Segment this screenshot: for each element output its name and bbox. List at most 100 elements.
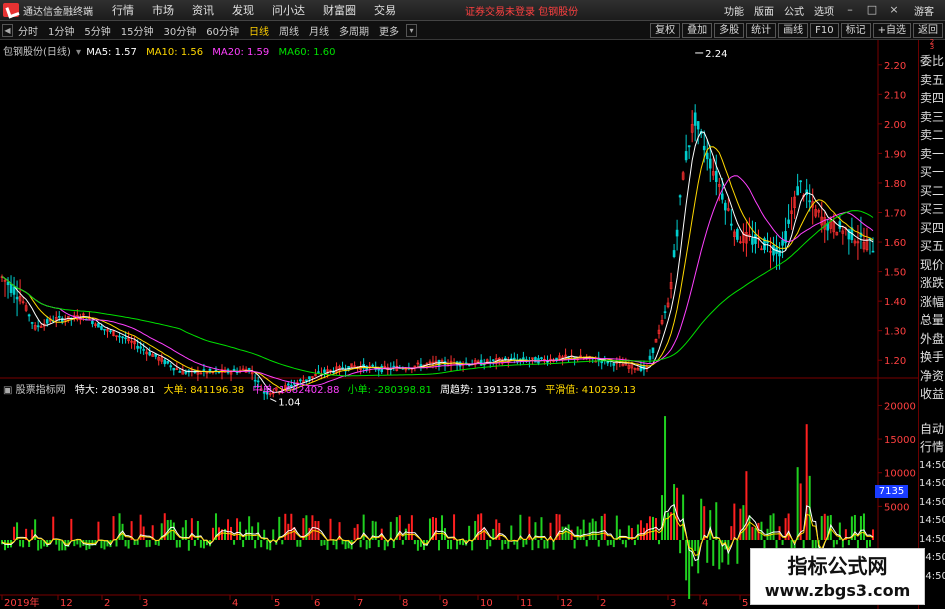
side-item-9[interactable]: 买四 bbox=[919, 219, 945, 238]
period-multi[interactable]: 多周期 bbox=[334, 23, 374, 38]
x-tick-label: 12 bbox=[560, 598, 573, 609]
close-icon[interactable]: × bbox=[883, 2, 905, 18]
candle-body bbox=[12, 286, 16, 295]
side-item-11[interactable]: 现价 bbox=[919, 256, 945, 275]
side-auto[interactable]: 自动 bbox=[919, 420, 945, 439]
indicator-bar bbox=[344, 540, 347, 550]
x-tick-label: 6 bbox=[314, 598, 320, 609]
price-legend: 包钢股份(日线) ▾ MA5: 1.57 MA10: 1.56 MA20: 1.… bbox=[3, 43, 335, 58]
login-warning[interactable]: 证券交易未登录 包钢股份 bbox=[465, 3, 578, 18]
low-price-label: 1.04 bbox=[278, 398, 300, 409]
indicator-bar bbox=[582, 519, 585, 540]
side-item-7[interactable]: 买二 bbox=[919, 182, 945, 201]
period-30min[interactable]: 30分钟 bbox=[158, 23, 201, 38]
indicator-bar bbox=[543, 540, 546, 549]
x-tick-label: 2019年 bbox=[4, 596, 39, 609]
side-item-6[interactable]: 买一 bbox=[919, 163, 945, 182]
indicator-bar bbox=[407, 523, 410, 540]
btn-duogu[interactable]: 多股 bbox=[714, 22, 745, 38]
menu-faxian[interactable]: 发现 bbox=[223, 2, 263, 18]
watermark-logo: 指标公式网 www.zbgs3.com bbox=[750, 548, 925, 605]
btn-fuquan[interactable]: 复权 bbox=[650, 22, 681, 38]
indicator-icon[interactable]: ▣ bbox=[3, 385, 12, 396]
menu-shichang[interactable]: 市场 bbox=[143, 2, 183, 18]
indicator-bar bbox=[498, 522, 501, 540]
indicator-bar bbox=[40, 540, 43, 549]
menu-gongshi[interactable]: 公式 bbox=[779, 3, 809, 18]
btn-diejia[interactable]: 叠加 bbox=[682, 22, 713, 38]
period-more[interactable]: 更多 bbox=[374, 23, 404, 38]
more-arrow-icon[interactable]: ▾ bbox=[405, 23, 417, 37]
menu-hangqing[interactable]: 行情 bbox=[103, 2, 143, 18]
indicator-bar bbox=[633, 540, 636, 546]
indicator-bar bbox=[434, 517, 437, 540]
indicator-bar bbox=[573, 540, 576, 549]
menu-caifuquan[interactable]: 财富圈 bbox=[314, 2, 365, 18]
period-15min[interactable]: 15分钟 bbox=[116, 23, 159, 38]
side-item-15[interactable]: 外盘 bbox=[919, 330, 945, 349]
btn-tongji[interactable]: 统计 bbox=[746, 22, 777, 38]
period-week[interactable]: 周线 bbox=[274, 23, 304, 38]
menu-gongneng[interactable]: 功能 bbox=[719, 3, 749, 18]
side-item-8[interactable]: 买三 bbox=[919, 200, 945, 219]
price-tick-label: 2.10 bbox=[884, 90, 906, 101]
minimize-icon[interactable]: – bbox=[839, 2, 861, 18]
btn-huaxian[interactable]: 画线 bbox=[778, 22, 809, 38]
candle-body bbox=[36, 325, 40, 328]
side-item-18[interactable]: 收益 bbox=[919, 385, 945, 404]
indicator-bar bbox=[4, 540, 7, 551]
btn-fanhui[interactable]: 返回 bbox=[913, 22, 943, 38]
price-tick-label: 1.50 bbox=[884, 268, 906, 279]
btn-biaoji[interactable]: 标记 bbox=[840, 22, 871, 38]
side-item-14[interactable]: 总量 bbox=[919, 311, 945, 330]
side-item-2[interactable]: 卖四 bbox=[919, 89, 945, 108]
candle-body bbox=[148, 351, 151, 356]
side-item-13[interactable]: 涨幅 bbox=[919, 293, 945, 312]
side-item-3[interactable]: 卖三 bbox=[919, 108, 945, 127]
side-item-4[interactable]: 卖二 bbox=[919, 126, 945, 145]
menu-wenxiaoda[interactable]: 问小达 bbox=[263, 2, 314, 18]
period-5min[interactable]: 5分钟 bbox=[79, 23, 115, 38]
candle-body bbox=[208, 369, 212, 372]
menu-jiaoyi[interactable]: 交易 bbox=[365, 2, 405, 18]
side-item-1[interactable]: 卖五 bbox=[919, 71, 945, 90]
indicator-bar bbox=[736, 540, 739, 564]
legend-arrow-icon[interactable]: ▾ bbox=[76, 47, 81, 58]
period-day[interactable]: 日线 bbox=[244, 23, 274, 38]
kline-chart[interactable]: 2.20 2.10 2.00 1.90 1.80 1.70 1.60 1.50 1.40 1.30… bbox=[0, 40, 918, 609]
indicator-bar bbox=[326, 540, 329, 550]
period-fenshi[interactable]: 分时 bbox=[13, 23, 43, 38]
indicator-bar bbox=[290, 513, 293, 540]
period-1min[interactable]: 1分钟 bbox=[43, 23, 79, 38]
restore-icon[interactable]: □ bbox=[861, 2, 883, 18]
candle-body bbox=[109, 330, 112, 333]
btn-f10[interactable]: F10 bbox=[810, 22, 839, 38]
indicator-bar bbox=[323, 540, 326, 546]
side-item-17[interactable]: 净资 bbox=[919, 367, 945, 386]
indicator-bar bbox=[55, 540, 58, 545]
side-hangqing[interactable]: 行情 bbox=[919, 438, 945, 457]
indicator-bar bbox=[410, 515, 413, 540]
period-60min[interactable]: 60分钟 bbox=[201, 23, 244, 38]
side-item-5[interactable]: 卖一 bbox=[919, 145, 945, 164]
indicator-bar bbox=[112, 516, 115, 540]
x-tick-label: 3 bbox=[142, 598, 148, 609]
menu-xuanxiang[interactable]: 选项 bbox=[809, 3, 839, 18]
period-month[interactable]: 月线 bbox=[304, 23, 334, 38]
indicator-bar bbox=[661, 495, 664, 540]
indicator-bar bbox=[124, 540, 127, 547]
low-marker bbox=[270, 398, 277, 403]
side-item-10[interactable]: 买五 bbox=[919, 237, 945, 256]
candle-body bbox=[751, 237, 754, 245]
side-item-0[interactable]: 委比 bbox=[919, 52, 945, 71]
indicator-bar bbox=[272, 529, 275, 540]
nav-left-icon[interactable]: ◀ bbox=[2, 23, 13, 37]
side-item-12[interactable]: 涨跌 bbox=[919, 274, 945, 293]
candle-body bbox=[684, 151, 688, 161]
user-label[interactable]: 游客 bbox=[909, 3, 939, 18]
menu-banmian[interactable]: 版面 bbox=[749, 3, 779, 18]
btn-zixuan[interactable]: +自选 bbox=[872, 22, 911, 38]
side-item-16[interactable]: 换手 bbox=[919, 348, 945, 367]
indicator-bar bbox=[742, 505, 745, 540]
menu-zixun[interactable]: 资讯 bbox=[183, 2, 223, 18]
